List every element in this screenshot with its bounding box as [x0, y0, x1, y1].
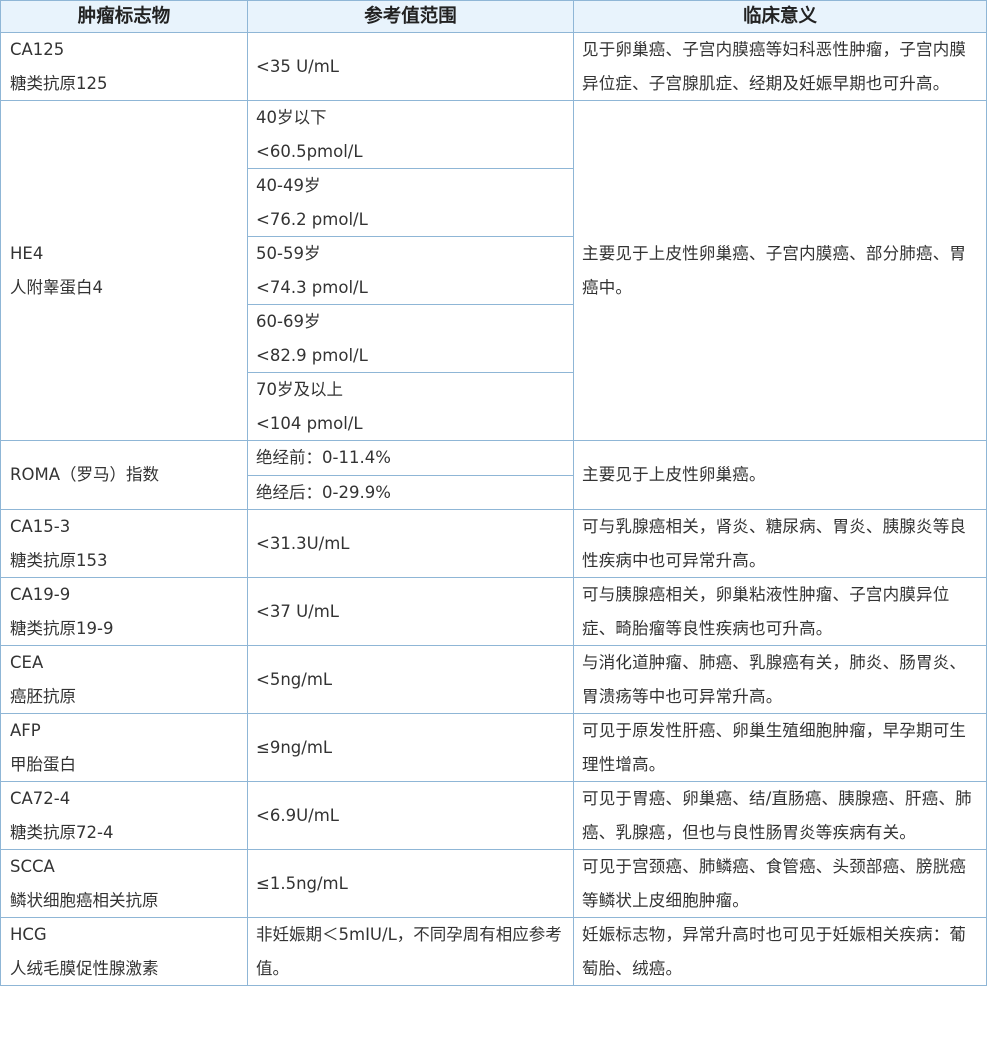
marker-code: CEA	[10, 653, 44, 672]
reference-range-cell: 50-59岁 <74.3 pmol/L	[247, 236, 574, 305]
table-row: SCCA 鳞状细胞癌相关抗原 ≤1.5ng/mL 可见于宫颈癌、肺鳞癌、食管癌、头颈部…	[0, 849, 987, 918]
clinical-significance-cell: 主要见于上皮性卵巢癌、子宫内膜癌、部分肺癌、胃癌中。	[573, 100, 987, 441]
header-reference-range: 参考值范围	[247, 0, 574, 33]
reference-range-text: <60.5pmol/L	[256, 141, 363, 161]
marker-code: ROMA（罗马）指数	[10, 465, 159, 485]
reference-range-text: 70岁及以上	[256, 380, 343, 399]
table-row: HE4 人附睾蛋白4 40岁以下 <60.5pmol/L 主要见于上皮性卵巢癌、子宫内膜…	[0, 100, 987, 441]
marker-full-name: 糖类抗原72-4	[10, 822, 114, 842]
table-row: ROMA（罗马）指数 绝经前：0-11.4% 主要见于上皮性卵巢癌。	[0, 440, 987, 510]
marker-full-name: 糖类抗原125	[10, 73, 108, 93]
marker-code: AFP	[10, 721, 41, 740]
marker-name-cell: ROMA（罗马）指数	[0, 440, 248, 510]
reference-range-text: 40-49岁	[256, 176, 321, 195]
reference-range-text: 非妊娠期＜5mIU/L，不同孕周有相应参考值。	[256, 925, 562, 978]
reference-range-text: <37 U/mL	[256, 601, 339, 621]
reference-range-text: <82.9 pmol/L	[256, 345, 368, 365]
marker-name-cell: HE4 人附睾蛋白4	[0, 100, 248, 441]
header-clinical-significance: 临床意义	[573, 0, 987, 33]
marker-name-cell: CEA 癌胚抗原	[0, 645, 248, 714]
reference-range-text: 绝经前：0-11.4%	[256, 448, 391, 467]
table-row: AFP 甲胎蛋白 ≤9ng/mL 可见于原发性肝癌、卵巢生殖细胞肿瘤，早孕期可生理性增…	[0, 713, 987, 782]
reference-range-text: 绝经后：0-29.9%	[256, 482, 391, 502]
reference-range-cell: 40-49岁 <76.2 pmol/L	[247, 168, 574, 237]
reference-range-text: ≤1.5ng/mL	[256, 873, 348, 893]
reference-range-cell: 40岁以下 <60.5pmol/L	[247, 100, 574, 169]
marker-code: HCG	[10, 925, 47, 944]
table-body: CA125 糖类抗原125 <35 U/mL 见于卵巢癌、子宫内膜癌等妇科恶性肿瘤，子…	[0, 32, 987, 986]
table-row: CA15-3 糖类抗原153 <31.3U/mL 可与乳腺癌相关，肾炎、糖尿病、胃炎、…	[0, 509, 987, 578]
table-row: CA72-4 糖类抗原72-4 <6.9U/mL 可见于胃癌、卵巢癌、结/直肠癌、胰腺…	[0, 781, 987, 850]
marker-full-name: 糖类抗原153	[10, 550, 108, 570]
marker-name-cell: SCCA 鳞状细胞癌相关抗原	[0, 849, 248, 918]
marker-full-name: 甲胎蛋白	[10, 754, 76, 774]
reference-range-text: 50-59岁	[256, 244, 321, 263]
table-row: CA125 糖类抗原125 <35 U/mL 见于卵巢癌、子宫内膜癌等妇科恶性肿瘤，子…	[0, 32, 987, 101]
clinical-significance-cell: 可见于原发性肝癌、卵巢生殖细胞肿瘤，早孕期可生理性增高。	[573, 713, 987, 782]
marker-name-cell: CA125 糖类抗原125	[0, 32, 248, 101]
marker-full-name: 人绒毛膜促性腺激素	[10, 958, 159, 978]
reference-range-text: <31.3U/mL	[256, 533, 350, 553]
reference-range-cell: <31.3U/mL	[247, 509, 574, 578]
reference-range-cell: ≤1.5ng/mL	[247, 849, 574, 918]
reference-range-cell: <37 U/mL	[247, 577, 574, 646]
table-header: 肿瘤标志物 参考值范围 临床意义	[0, 0, 987, 33]
table-row: CA19-9 糖类抗原19-9 <37 U/mL 可与胰腺癌相关，卵巢粘液性肿瘤、子宫…	[0, 577, 987, 646]
marker-name-cell: AFP 甲胎蛋白	[0, 713, 248, 782]
reference-range-text: 60-69岁	[256, 312, 321, 331]
marker-full-name: 癌胚抗原	[10, 686, 76, 706]
reference-range-cell: <6.9U/mL	[247, 781, 574, 850]
marker-full-name: 人附睾蛋白4	[10, 277, 103, 297]
clinical-significance-cell: 见于卵巢癌、子宫内膜癌等妇科恶性肿瘤，子宫内膜异位症、子宫腺肌症、经期及妊娠早期…	[573, 32, 987, 101]
header-marker: 肿瘤标志物	[0, 0, 248, 33]
marker-full-name: 鳞状细胞癌相关抗原	[10, 890, 159, 910]
marker-code: CA15-3	[10, 517, 71, 536]
marker-name-cell: CA19-9 糖类抗原19-9	[0, 577, 248, 646]
reference-range-text: 40岁以下	[256, 108, 327, 127]
reference-range-text: <6.9U/mL	[256, 805, 339, 825]
marker-name-cell: HCG 人绒毛膜促性腺激素	[0, 917, 248, 986]
clinical-significance-cell: 妊娠标志物，异常升高时也可见于妊娠相关疾病：葡萄胎、绒癌。	[573, 917, 987, 986]
marker-name-cell: CA15-3 糖类抗原153	[0, 509, 248, 578]
marker-name-cell: CA72-4 糖类抗原72-4	[0, 781, 248, 850]
reference-range-text: <5ng/mL	[256, 669, 333, 689]
clinical-significance-cell: 可见于宫颈癌、肺鳞癌、食管癌、头颈部癌、膀胱癌等鳞状上皮细胞肿瘤。	[573, 849, 987, 918]
marker-code: HE4	[10, 244, 44, 263]
marker-code: SCCA	[10, 857, 55, 876]
tumor-marker-table: 肿瘤标志物 参考值范围 临床意义 CA125 糖类抗原125 <35 U/mL 见于卵…	[0, 0, 987, 986]
clinical-significance-cell: 可与乳腺癌相关，肾炎、糖尿病、胃炎、胰腺炎等良性疾病中也可异常升高。	[573, 509, 987, 578]
table-row: HCG 人绒毛膜促性腺激素 非妊娠期＜5mIU/L，不同孕周有相应参考值。 妊娠标志物…	[0, 917, 987, 986]
reference-range-cell: 绝经后：0-29.9%	[247, 474, 574, 510]
clinical-significance-cell: 主要见于上皮性卵巢癌。	[573, 440, 987, 510]
reference-range-text: <35 U/mL	[256, 56, 339, 76]
reference-range-cell: ≤9ng/mL	[247, 713, 574, 782]
marker-code: CA19-9	[10, 585, 71, 604]
reference-range-text: <76.2 pmol/L	[256, 209, 368, 229]
reference-range-cell: 绝经前：0-11.4%	[247, 440, 574, 476]
marker-full-name: 糖类抗原19-9	[10, 618, 114, 638]
reference-range-cell: <5ng/mL	[247, 645, 574, 714]
clinical-significance-cell: 可见于胃癌、卵巢癌、结/直肠癌、胰腺癌、肝癌、肺癌、乳腺癌，但也与良性肠胃炎等疾…	[573, 781, 987, 850]
clinical-significance-cell: 与消化道肿瘤、肺癌、乳腺癌有关，肺炎、肠胃炎、胃溃疡等中也可异常升高。	[573, 645, 987, 714]
marker-code: CA72-4	[10, 789, 71, 808]
marker-code: CA125	[10, 40, 65, 59]
reference-range-cell: 70岁及以上 <104 pmol/L	[247, 372, 574, 441]
table-row: CEA 癌胚抗原 <5ng/mL 与消化道肿瘤、肺癌、乳腺癌有关，肺炎、肠胃炎、胃溃疡…	[0, 645, 987, 714]
reference-range-cell: <35 U/mL	[247, 32, 574, 101]
reference-range-text: <104 pmol/L	[256, 413, 363, 433]
reference-range-cell: 非妊娠期＜5mIU/L，不同孕周有相应参考值。	[247, 917, 574, 986]
clinical-significance-cell: 可与胰腺癌相关，卵巢粘液性肿瘤、子宫内膜异位症、畸胎瘤等良性疾病也可升高。	[573, 577, 987, 646]
reference-range-cell: 60-69岁 <82.9 pmol/L	[247, 304, 574, 373]
reference-range-text: <74.3 pmol/L	[256, 277, 368, 297]
header-row: 肿瘤标志物 参考值范围 临床意义	[0, 0, 987, 33]
reference-range-text: ≤9ng/mL	[256, 737, 333, 757]
